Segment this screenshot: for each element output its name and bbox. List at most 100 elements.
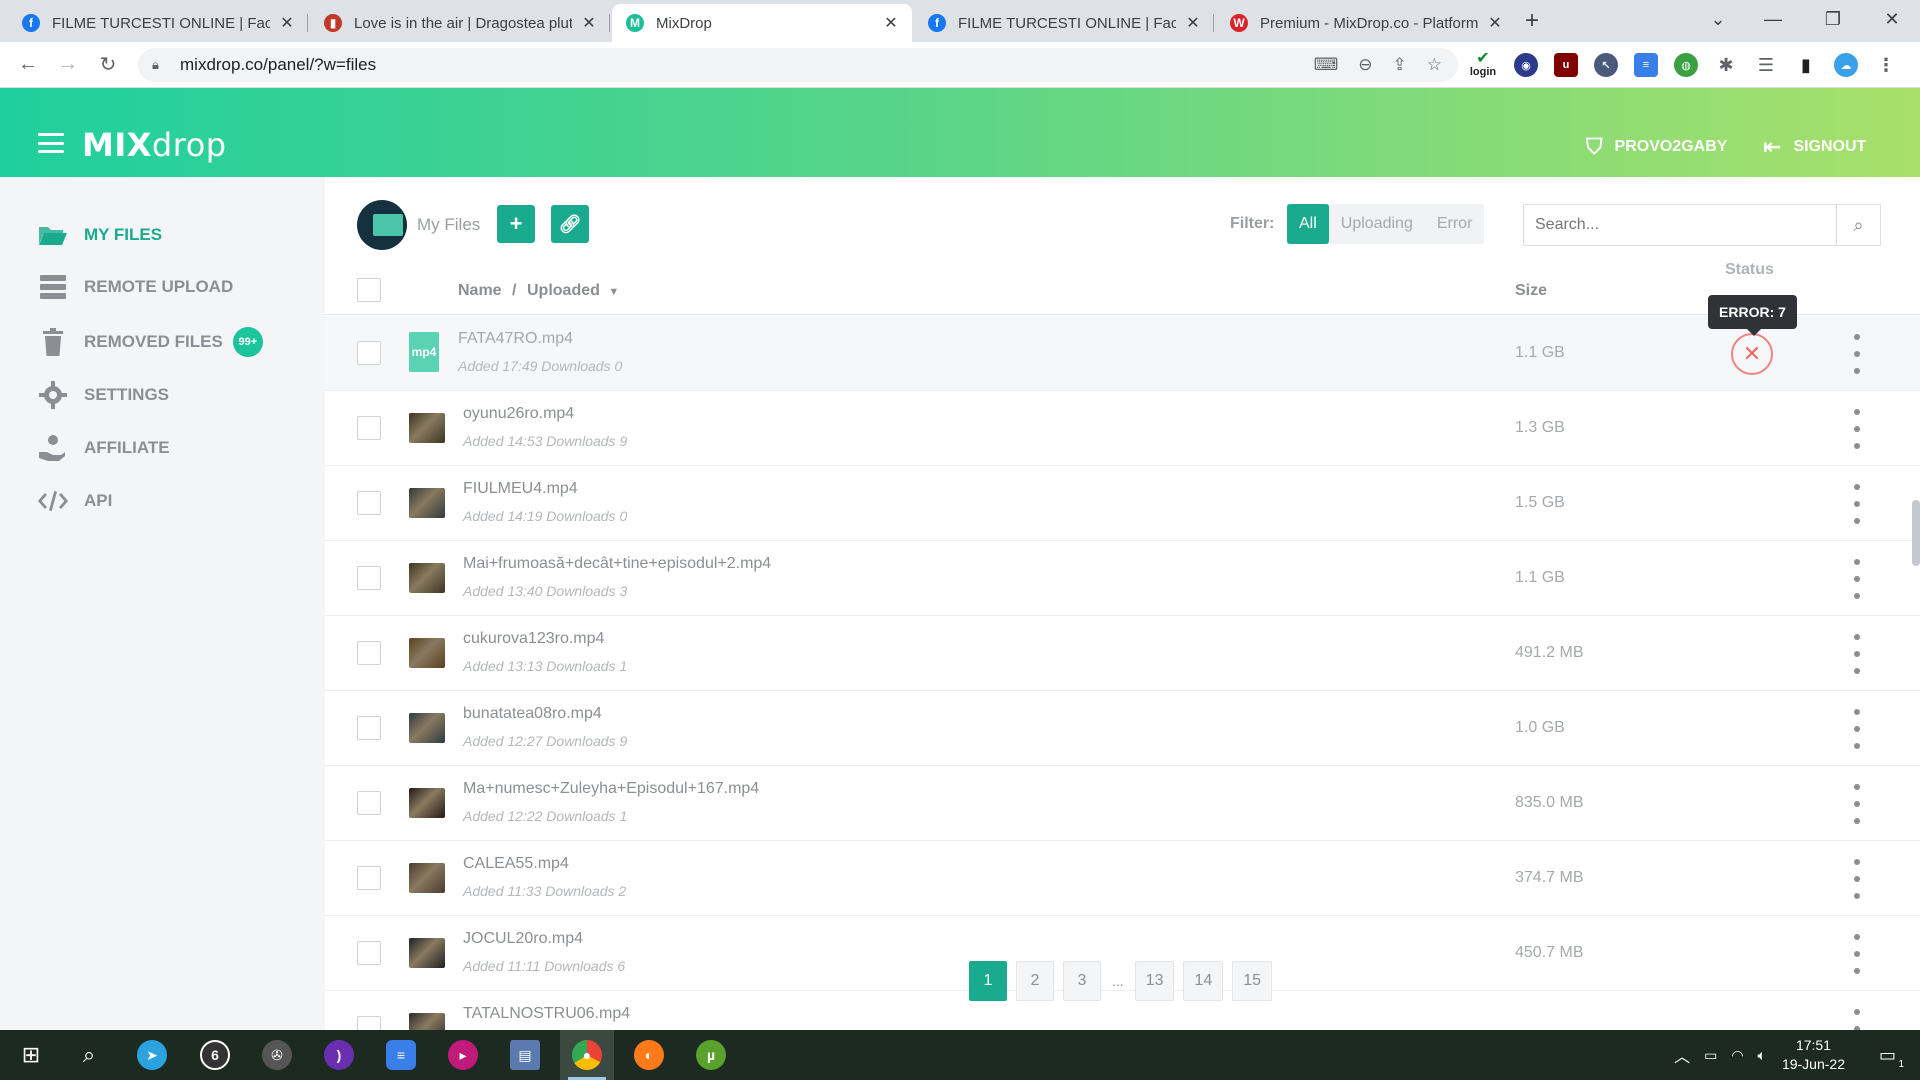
file-row[interactable]: FIULMEU4.mp4 Added 14:19 Downloads 0 1.5 G…: [325, 466, 1920, 541]
file-manager-icon[interactable]: ▤: [498, 1030, 552, 1080]
sidebar-item-api[interactable]: API: [38, 487, 112, 515]
taskbar-search-icon[interactable]: ⌕: [62, 1030, 116, 1080]
add-file-button[interactable]: +: [497, 205, 535, 243]
browser-tab[interactable]: M MixDrop ✕: [612, 4, 912, 42]
wifi-icon[interactable]: ◠: [1731, 1047, 1743, 1064]
video-thumbnail[interactable]: [409, 788, 445, 818]
cursor-extension-icon[interactable]: ↖: [1594, 53, 1618, 77]
sidebar-item-settings[interactable]: SETTINGS: [38, 381, 169, 409]
row-checkbox[interactable]: [357, 491, 381, 515]
notifications-icon[interactable]: ▭ 1: [1879, 1045, 1904, 1070]
select-all-checkbox[interactable]: [357, 278, 381, 302]
browser-tab[interactable]: W Premium - MixDrop.co - Platform ✕: [1216, 4, 1516, 42]
tray-chevron-icon[interactable]: ︿: [1674, 1043, 1690, 1067]
mixdrop-logo[interactable]: MIXdrop: [82, 126, 227, 164]
file-name[interactable]: bunatatea08ro.mp4: [463, 705, 602, 723]
video-thumbnail[interactable]: [409, 938, 445, 968]
row-menu-icon[interactable]: [1853, 484, 1861, 524]
row-menu-icon[interactable]: [1853, 409, 1861, 449]
row-menu-icon[interactable]: [1853, 334, 1861, 374]
user-account-link[interactable]: ⛉ PROVO2GABY: [1586, 134, 1727, 160]
row-checkbox[interactable]: [357, 566, 381, 590]
row-checkbox[interactable]: [357, 341, 381, 365]
row-menu-icon[interactable]: [1853, 859, 1861, 899]
restore-button[interactable]: ❐: [1805, 0, 1861, 38]
battery-icon[interactable]: ▭: [1704, 1047, 1717, 1064]
firefox-icon[interactable]: ◐: [622, 1030, 676, 1080]
row-menu-icon[interactable]: [1853, 784, 1861, 824]
tab-close-icon[interactable]: ✕: [882, 13, 900, 33]
search-input[interactable]: [1524, 205, 1836, 245]
brave-shield-icon[interactable]: ≡: [374, 1030, 428, 1080]
tab-close-icon[interactable]: ✕: [1184, 13, 1202, 33]
sidebar-item-my-files[interactable]: MY FILES: [38, 221, 162, 249]
row-menu-icon[interactable]: [1853, 559, 1861, 599]
page-button[interactable]: 15: [1232, 961, 1273, 1001]
file-name[interactable]: cukurova123ro.mp4: [463, 630, 604, 648]
row-checkbox[interactable]: [357, 791, 381, 815]
reload-icon[interactable]: ↻: [88, 45, 128, 85]
video-thumbnail[interactable]: [409, 563, 445, 593]
row-menu-icon[interactable]: [1853, 709, 1861, 749]
shield-extension-icon[interactable]: ≡: [1634, 53, 1658, 77]
page-button[interactable]: 1: [969, 961, 1007, 1001]
signout-link[interactable]: ⇤ SIGNOUT: [1763, 134, 1866, 160]
column-name[interactable]: Name: [458, 282, 502, 300]
video-thumbnail[interactable]: [409, 488, 445, 518]
telegram-icon[interactable]: ➤: [125, 1030, 179, 1080]
browser-tab[interactable]: f FILME TURCESTI ONLINE | Facebook ✕: [8, 4, 308, 42]
row-checkbox[interactable]: [357, 716, 381, 740]
media-queue-icon[interactable]: ☰: [1754, 53, 1778, 77]
sidebar-item-affiliate[interactable]: AFFILIATE: [38, 434, 170, 462]
login-extension[interactable]: ✔ login: [1468, 51, 1498, 79]
video-thumbnail[interactable]: [409, 1013, 445, 1030]
globe-color-extension-icon[interactable]: ◍: [1674, 53, 1698, 77]
app-swirl-icon[interactable]: 6: [188, 1030, 242, 1080]
file-row[interactable]: cukurova123ro.mp4 Added 13:13 Downloads 1…: [325, 616, 1920, 691]
file-name[interactable]: JOCUL20ro.mp4: [463, 930, 583, 948]
file-name[interactable]: TATALNOSTRU06.mp4: [463, 1005, 630, 1023]
hamburger-menu-icon[interactable]: [38, 133, 64, 153]
filter-error[interactable]: Error: [1425, 204, 1485, 244]
translate-icon[interactable]: ⌨: [1314, 55, 1339, 75]
browser-tab[interactable]: f FILME TURCESTI ONLINE | Facebook ✕: [914, 4, 1214, 42]
tab-close-icon[interactable]: ✕: [1486, 13, 1504, 33]
chrome-taskbar-icon[interactable]: ●: [560, 1030, 614, 1080]
start-button[interactable]: ⊞: [4, 1030, 58, 1080]
menu-dots-icon[interactable]: ⋮: [1874, 53, 1898, 77]
file-name[interactable]: FATA47RO.mp4: [458, 330, 573, 348]
address-bar[interactable]: 🔒︎ mixdrop.co/panel/?w=files ⌨ ⊖ ⇪ ☆: [138, 48, 1458, 82]
column-uploaded[interactable]: Uploaded ▼: [527, 282, 619, 300]
video-reel-icon[interactable]: ✇: [250, 1030, 304, 1080]
page-button[interactable]: 13: [1134, 961, 1175, 1001]
utorrent-icon[interactable]: µ: [684, 1030, 738, 1080]
zoom-icon[interactable]: ⊖: [1358, 55, 1372, 75]
taskbar-clock[interactable]: 17:51 19-Jun-22: [1782, 1036, 1845, 1074]
row-menu-icon[interactable]: [1853, 1009, 1861, 1030]
page-button[interactable]: 2: [1016, 961, 1054, 1001]
profile-avatar[interactable]: ☁: [1834, 53, 1858, 77]
back-icon[interactable]: ←: [8, 45, 48, 85]
file-row[interactable]: Mai+frumoasă+decât+tine+episodul+2.mp4 Ad…: [325, 541, 1920, 616]
minimize-button[interactable]: —: [1745, 0, 1801, 38]
tab-search-icon[interactable]: ⌄: [1690, 0, 1746, 38]
side-panel-icon[interactable]: ▮: [1794, 53, 1818, 77]
row-menu-icon[interactable]: [1853, 634, 1861, 674]
page-button[interactable]: 3: [1063, 961, 1101, 1001]
tab-close-icon[interactable]: ✕: [580, 13, 598, 33]
row-checkbox[interactable]: [357, 866, 381, 890]
file-row[interactable]: bunatatea08ro.mp4 Added 12:27 Downloads 9…: [325, 691, 1920, 766]
new-tab-button[interactable]: +: [1512, 2, 1552, 40]
purple-app-icon[interactable]: ): [312, 1030, 366, 1080]
filter-all[interactable]: All: [1287, 204, 1329, 244]
close-window-button[interactable]: ✕: [1864, 0, 1920, 38]
file-row[interactable]: CALEA55.mp4 Added 11:33 Downloads 2 374.7 …: [325, 841, 1920, 916]
file-name[interactable]: oyunu26ro.mp4: [463, 405, 574, 423]
tab-close-icon[interactable]: ✕: [278, 13, 296, 33]
globe-extension-icon[interactable]: ◉: [1514, 53, 1538, 77]
page-button[interactable]: 14: [1183, 961, 1224, 1001]
filter-uploading[interactable]: Uploading: [1329, 204, 1425, 244]
file-name[interactable]: Mai+frumoasă+decât+tine+episodul+2.mp4: [463, 555, 771, 573]
volume-icon[interactable]: 🔈︎: [1758, 1047, 1766, 1064]
ublock-icon[interactable]: u: [1554, 53, 1578, 77]
